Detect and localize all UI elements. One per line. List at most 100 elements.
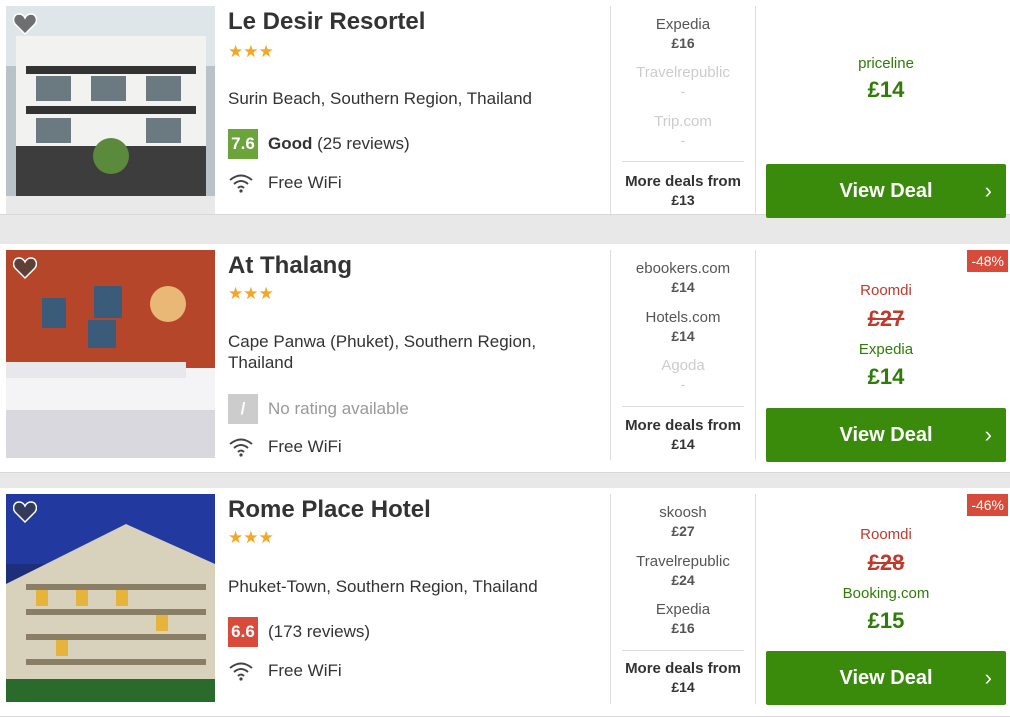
hotel-card: Rome Place Hotel ★★★ Phuket-Town, Southe… bbox=[0, 488, 1010, 717]
star-rating: ★★★ bbox=[228, 42, 274, 61]
hotel-location: Surin Beach, Southern Region, Thailand bbox=[228, 89, 532, 108]
more-deals-label: More deals from bbox=[625, 660, 741, 677]
deal-price: £24 bbox=[671, 572, 695, 588]
hotel-location: Phuket-Town, Southern Region, Thailand bbox=[228, 577, 538, 596]
rating-score-badge: 6.6 bbox=[228, 617, 258, 647]
deal-price: £16 bbox=[671, 620, 695, 636]
deal-price: £27 bbox=[671, 523, 695, 539]
amenity: Free WiFi bbox=[228, 437, 342, 457]
deal-provider: Hotels.com bbox=[645, 309, 721, 326]
more-deals-price: £14 bbox=[671, 436, 695, 452]
wifi-icon bbox=[229, 662, 253, 681]
view-deal-button[interactable]: View Deal › bbox=[766, 164, 1006, 218]
deals-list: skoosh £27 Travelrepublic £24 Expedia £1… bbox=[612, 488, 754, 716]
deal-item[interactable]: Hotels.com £14 bbox=[612, 309, 754, 345]
rating-text: Good (25 reviews) bbox=[268, 134, 410, 154]
view-deal-label: View Deal bbox=[839, 423, 933, 446]
deal-item[interactable]: Agoda - bbox=[612, 357, 754, 393]
review-count: No rating available bbox=[268, 399, 409, 418]
review-rating: / No rating available bbox=[228, 394, 409, 424]
favorite-heart-icon[interactable] bbox=[13, 13, 39, 35]
more-deals-link[interactable]: More deals from £14 bbox=[612, 660, 754, 696]
review-count: (25 reviews) bbox=[317, 134, 410, 153]
deal-provider: Trip.com bbox=[654, 113, 712, 130]
discount-badge: -46% bbox=[967, 494, 1008, 516]
more-deals-link[interactable]: More deals from £14 bbox=[612, 417, 754, 453]
more-deals-link[interactable]: More deals from £13 bbox=[612, 173, 754, 209]
deals-list: ebookers.com £14 Hotels.com £14 Agoda - … bbox=[612, 244, 754, 472]
divider bbox=[755, 6, 756, 216]
divider bbox=[622, 161, 744, 162]
view-deal-button[interactable]: View Deal › bbox=[766, 408, 1006, 462]
amenity-label: Free WiFi bbox=[268, 661, 342, 680]
deal-item[interactable]: ebookers.com £14 bbox=[612, 260, 754, 296]
review-rating: 7.6 Good (25 reviews) bbox=[228, 129, 410, 159]
deal-provider: skoosh bbox=[659, 504, 707, 521]
favorite-heart-icon[interactable] bbox=[13, 257, 39, 279]
discount-badge: -48% bbox=[967, 250, 1008, 272]
wifi-icon bbox=[229, 174, 253, 193]
hotel-location: Cape Panwa (Phuket), Southern Region, Th… bbox=[228, 332, 537, 372]
more-deals-label: More deals from bbox=[625, 173, 741, 190]
deals-list: Expedia £16 Travelrepublic - Trip.com - … bbox=[612, 0, 754, 214]
deal-provider: Expedia bbox=[655, 601, 711, 618]
deal-provider: Agoda bbox=[661, 357, 705, 374]
deal-provider: Travelrepublic bbox=[636, 64, 730, 81]
rating-score-badge: 7.6 bbox=[228, 129, 258, 159]
hotel-photo-image bbox=[6, 6, 215, 214]
divider bbox=[755, 250, 756, 460]
view-deal-button[interactable]: View Deal › bbox=[766, 651, 1006, 705]
old-deal-price: £27 bbox=[867, 306, 905, 331]
more-deals-price: £14 bbox=[671, 679, 695, 695]
hotel-name[interactable]: At Thalang bbox=[228, 252, 352, 280]
hotel-photo[interactable] bbox=[6, 6, 215, 214]
deal-item[interactable]: Expedia £16 bbox=[612, 16, 754, 52]
review-rating: 6.6 (173 reviews) bbox=[228, 617, 370, 647]
chevron-right-icon: › bbox=[984, 178, 992, 203]
favorite-heart-icon[interactable] bbox=[13, 501, 39, 523]
deal-price: £14 bbox=[671, 279, 695, 295]
best-deal-provider: priceline bbox=[858, 55, 914, 72]
hotel-photo[interactable] bbox=[6, 250, 215, 458]
deal-price: £16 bbox=[671, 35, 695, 51]
old-deal-price: £28 bbox=[867, 550, 905, 575]
hotel-photo-image bbox=[6, 250, 215, 458]
best-deal: -46% Roomdi £28 Booking.com £15 View Dea… bbox=[766, 488, 1008, 716]
amenity: Free WiFi bbox=[228, 173, 342, 193]
hotel-photo-image bbox=[6, 494, 215, 702]
deal-provider: Expedia bbox=[655, 16, 711, 33]
hotel-name[interactable]: Rome Place Hotel bbox=[228, 496, 431, 524]
hotel-card: At Thalang ★★★ Cape Panwa (Phuket), Sout… bbox=[0, 244, 1010, 473]
deal-price: £14 bbox=[671, 328, 695, 344]
amenity-label: Free WiFi bbox=[268, 173, 342, 192]
divider bbox=[610, 494, 611, 704]
more-deals-label: More deals from bbox=[625, 417, 741, 434]
best-deal-price: £14 bbox=[867, 364, 905, 389]
amenity: Free WiFi bbox=[228, 661, 342, 681]
deal-item[interactable]: Travelrepublic - bbox=[612, 64, 754, 100]
old-deal-provider: Roomdi bbox=[860, 282, 912, 299]
hotel-photo[interactable] bbox=[6, 494, 215, 702]
deal-item[interactable]: Trip.com - bbox=[612, 113, 754, 149]
amenity-label: Free WiFi bbox=[268, 437, 342, 456]
deal-item[interactable]: skoosh £27 bbox=[612, 504, 754, 540]
review-count: (173 reviews) bbox=[268, 622, 371, 641]
deal-item[interactable]: Expedia £16 bbox=[612, 601, 754, 637]
deal-item[interactable]: Travelrepublic £24 bbox=[612, 553, 754, 589]
best-deal-price: £15 bbox=[867, 608, 905, 633]
divider bbox=[622, 406, 744, 407]
star-rating: ★★★ bbox=[228, 528, 274, 547]
rating-score-badge: / bbox=[228, 394, 258, 424]
best-deal-provider: Expedia bbox=[858, 341, 914, 358]
chevron-right-icon: › bbox=[984, 665, 992, 690]
divider bbox=[610, 6, 611, 216]
star-rating: ★★★ bbox=[228, 284, 274, 303]
deal-provider: Travelrepublic bbox=[636, 553, 730, 570]
divider bbox=[610, 250, 611, 460]
hotel-name[interactable]: Le Desir Resortel bbox=[228, 8, 425, 36]
deal-price: - bbox=[680, 132, 686, 148]
deal-price: - bbox=[680, 376, 686, 392]
wifi-icon bbox=[229, 438, 253, 457]
divider bbox=[622, 650, 744, 651]
view-deal-label: View Deal bbox=[839, 179, 933, 202]
